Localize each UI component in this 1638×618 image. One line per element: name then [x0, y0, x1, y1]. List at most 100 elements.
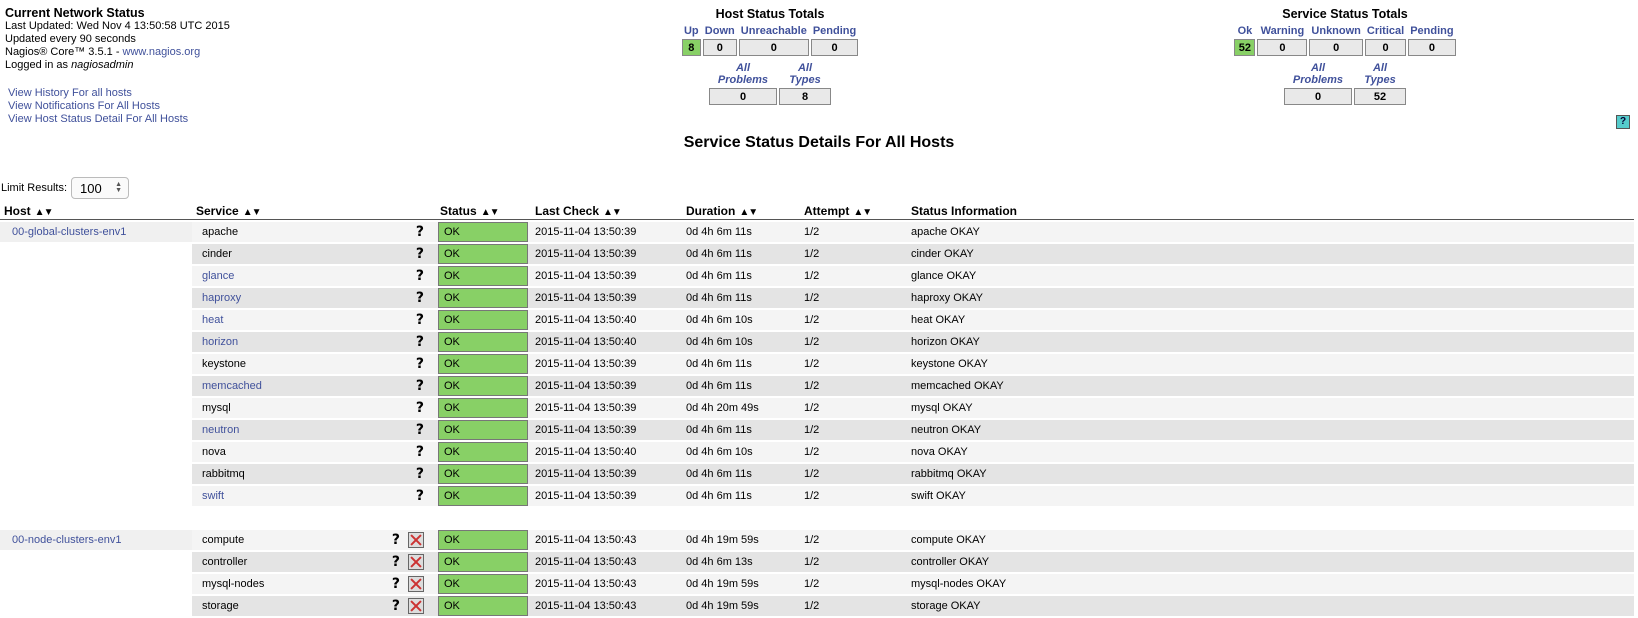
spinner-arrows-icon[interactable]: ▲ ▼: [115, 181, 122, 194]
limit-results: Limit Results: 100 ▲ ▼: [1, 177, 130, 199]
service-critical-header[interactable]: Critical: [1365, 25, 1406, 37]
attempt-cell: 1/2: [800, 266, 907, 286]
service-totals-title: Service Status Totals: [1282, 7, 1408, 21]
host-cell-empty: [0, 310, 192, 330]
question-icon[interactable]: ?: [416, 422, 424, 438]
service-link[interactable]: mysql: [196, 402, 231, 414]
duration-cell: 0d 4h 6m 10s: [682, 310, 800, 330]
status-information-cell: haproxy OKAY: [907, 288, 1634, 308]
host-all-problems-header[interactable]: All Problems: [709, 62, 777, 86]
question-icon[interactable]: ?: [392, 576, 400, 592]
question-icon[interactable]: ?: [416, 312, 424, 328]
attempt-cell: 1/2: [800, 376, 907, 396]
column-header-duration[interactable]: Duration ▲▼: [682, 202, 800, 220]
service-warning-header[interactable]: Warning: [1257, 25, 1307, 37]
column-header-host[interactable]: Host ▲▼: [0, 202, 192, 220]
service-link[interactable]: nova: [196, 446, 226, 458]
service-cell: nova ?: [192, 442, 436, 462]
service-pending-header[interactable]: Pending: [1408, 25, 1455, 37]
question-icon[interactable]: ?: [416, 224, 424, 240]
host-unreachable-header[interactable]: Unreachable: [739, 25, 809, 37]
service-unknown-header[interactable]: Unknown: [1309, 25, 1363, 37]
view-links: View History For all hosts View Notifica…: [8, 87, 188, 126]
service-link[interactable]: heat: [196, 314, 223, 326]
service-link[interactable]: glance: [196, 270, 234, 282]
service-link[interactable]: haproxy: [196, 292, 241, 304]
host-totals-title: Host Status Totals: [715, 7, 825, 21]
host-link[interactable]: 00-node-clusters-env1: [0, 530, 192, 550]
service-link[interactable]: compute: [196, 534, 244, 546]
host-all-types-header[interactable]: All Types: [779, 62, 831, 86]
host-up-header[interactable]: Up: [682, 25, 701, 37]
question-icon[interactable]: ?: [416, 268, 424, 284]
question-icon[interactable]: ?: [416, 356, 424, 372]
service-ok-header[interactable]: Ok: [1234, 25, 1255, 37]
host-cell-empty: [0, 464, 192, 484]
host-cell-empty: [0, 354, 192, 374]
question-icon[interactable]: ?: [416, 246, 424, 262]
service-link[interactable]: controller: [196, 556, 247, 568]
host-down-header[interactable]: Down: [703, 25, 737, 37]
host-link[interactable]: 00-global-clusters-env1: [0, 222, 192, 242]
status-cell: OK: [436, 530, 531, 550]
question-icon[interactable]: ?: [392, 532, 400, 548]
status-information-cell: mysql-nodes OKAY: [907, 574, 1634, 594]
question-icon[interactable]: ?: [416, 334, 424, 350]
column-header-status-information: Status Information: [907, 202, 1634, 220]
sort-arrows-icon[interactable]: ▲▼: [739, 207, 758, 218]
status-cell: OK: [436, 442, 531, 462]
service-link[interactable]: apache: [196, 226, 238, 238]
service-link[interactable]: keystone: [196, 358, 246, 370]
nagios-link[interactable]: www.nagios.org: [123, 46, 201, 58]
sort-arrows-icon[interactable]: ▲▼: [243, 207, 262, 218]
service-all-problems-header[interactable]: All Problems: [1284, 62, 1352, 86]
question-icon[interactable]: ?: [416, 444, 424, 460]
service-link[interactable]: memcached: [196, 380, 262, 392]
sort-arrows-icon[interactable]: ▲▼: [35, 207, 54, 218]
service-link[interactable]: swift: [196, 490, 224, 502]
sort-arrows-icon[interactable]: ▲▼: [853, 207, 872, 218]
service-totals-table: Ok Warning Unknown Critical Pending 52 0…: [1232, 23, 1457, 58]
host-totals-table: Up Down Unreachable Pending 8 0 0 0: [680, 23, 860, 58]
service-link[interactable]: rabbitmq: [196, 468, 245, 480]
host-name[interactable]: 00-node-clusters-env1: [4, 534, 121, 546]
table-header-row: Host ▲▼ Service ▲▼ Status ▲▼ Last Check ▲▼ D…: [0, 202, 1634, 220]
column-header-last-check[interactable]: Last Check ▲▼: [531, 202, 682, 220]
question-icon[interactable]: ?: [416, 290, 424, 306]
service-link[interactable]: horizon: [196, 336, 238, 348]
host-pending-header[interactable]: Pending: [811, 25, 858, 37]
status-cell: OK: [436, 486, 531, 506]
status-cell: OK: [436, 288, 531, 308]
question-icon[interactable]: ?: [416, 488, 424, 504]
sort-arrows-icon[interactable]: ▲▼: [603, 207, 622, 218]
question-icon[interactable]: ?: [416, 400, 424, 416]
service-cell: haproxy ?: [192, 288, 436, 308]
table-row: glance ? OK 2015-11-04 13:50:39 0d 4h 6m…: [0, 266, 1634, 286]
column-header-status[interactable]: Status ▲▼: [436, 202, 531, 220]
sort-arrows-icon[interactable]: ▲▼: [481, 207, 500, 218]
question-icon[interactable]: ?: [392, 598, 400, 614]
service-all-types-header[interactable]: All Types: [1354, 62, 1406, 86]
service-link[interactable]: neutron: [196, 424, 239, 436]
limit-results-stepper[interactable]: 100 ▲ ▼: [71, 177, 130, 199]
help-icon[interactable]: ?: [1616, 115, 1630, 129]
last-check-cell: 2015-11-04 13:50:39: [531, 420, 682, 440]
service-link[interactable]: mysql-nodes: [196, 578, 264, 590]
table-row: 00-node-clusters-env1 compute ? OK 2015-…: [0, 530, 1634, 550]
question-icon[interactable]: ?: [416, 466, 424, 482]
view-history-link[interactable]: View History For all hosts: [8, 87, 132, 99]
status-badge: OK: [438, 596, 528, 616]
host-name[interactable]: 00-global-clusters-env1: [4, 226, 126, 238]
service-link[interactable]: cinder: [196, 248, 232, 260]
question-icon[interactable]: ?: [416, 378, 424, 394]
status-information-cell: horizon OKAY: [907, 332, 1634, 352]
question-icon[interactable]: ?: [392, 554, 400, 570]
last-check-cell: 2015-11-04 13:50:43: [531, 596, 682, 616]
host-status-totals: Host Status Totals Up Down Unreachable P…: [670, 7, 870, 107]
view-notifications-link[interactable]: View Notifications For All Hosts: [8, 100, 160, 112]
column-header-service[interactable]: Service ▲▼: [192, 202, 436, 220]
duration-cell: 0d 4h 6m 11s: [682, 376, 800, 396]
column-header-attempt[interactable]: Attempt ▲▼: [800, 202, 907, 220]
attempt-cell: 1/2: [800, 486, 907, 506]
view-host-status-link[interactable]: View Host Status Detail For All Hosts: [8, 113, 188, 125]
